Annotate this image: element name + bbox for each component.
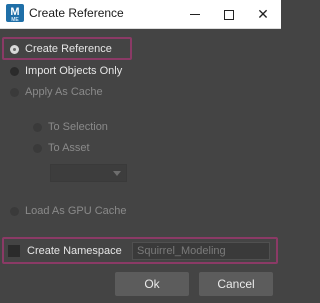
create-namespace-checkbox[interactable] xyxy=(8,245,20,257)
radio-label: Apply As Cache xyxy=(25,86,103,98)
radio-to-asset: To Asset xyxy=(33,139,90,157)
radio-apply-as-cache: Apply As Cache xyxy=(10,83,103,101)
close-icon: ✕ xyxy=(257,6,269,22)
radio-indicator-disabled xyxy=(33,122,42,132)
chevron-down-icon xyxy=(113,171,121,176)
radio-label: Import Objects Only xyxy=(25,65,123,77)
radio-label: Create Reference xyxy=(25,43,112,55)
radio-load-as-gpu-cache: Load As GPU Cache xyxy=(10,202,127,220)
radio-indicator[interactable] xyxy=(10,66,19,76)
radio-indicator-selected[interactable] xyxy=(10,44,19,54)
create-namespace-checkbox-row[interactable]: Create Namespace xyxy=(8,242,122,260)
minimize-button[interactable] xyxy=(178,0,212,29)
create-namespace-label: Create Namespace xyxy=(27,245,122,257)
create-reference-dialog: M ME Create Reference ✕ Create Reference… xyxy=(0,0,281,303)
radio-indicator-disabled xyxy=(33,143,42,153)
radio-label: To Selection xyxy=(48,121,108,133)
radio-to-selection: To Selection xyxy=(33,118,108,136)
maximize-icon xyxy=(224,9,234,20)
radio-label: To Asset xyxy=(48,142,90,154)
radio-label: Load As GPU Cache xyxy=(25,205,127,217)
minimize-icon xyxy=(190,14,200,15)
title-bar[interactable]: M ME Create Reference ✕ xyxy=(0,0,281,29)
radio-import-objects-only[interactable]: Import Objects Only xyxy=(10,62,122,80)
app-icon-sub: ME xyxy=(11,17,19,23)
radio-create-reference[interactable]: Create Reference xyxy=(10,40,112,58)
ok-button[interactable]: Ok xyxy=(115,272,189,296)
window-title: Create Reference xyxy=(29,6,124,20)
cancel-button[interactable]: Cancel xyxy=(199,272,273,296)
close-button[interactable]: ✕ xyxy=(246,0,280,29)
asset-dropdown xyxy=(50,164,127,182)
maya-app-icon: M ME xyxy=(6,4,24,23)
maximize-button[interactable] xyxy=(212,0,246,29)
radio-indicator-disabled xyxy=(10,87,19,97)
radio-indicator-disabled xyxy=(10,206,19,216)
namespace-field[interactable]: Squirrel_Modeling xyxy=(132,242,270,260)
